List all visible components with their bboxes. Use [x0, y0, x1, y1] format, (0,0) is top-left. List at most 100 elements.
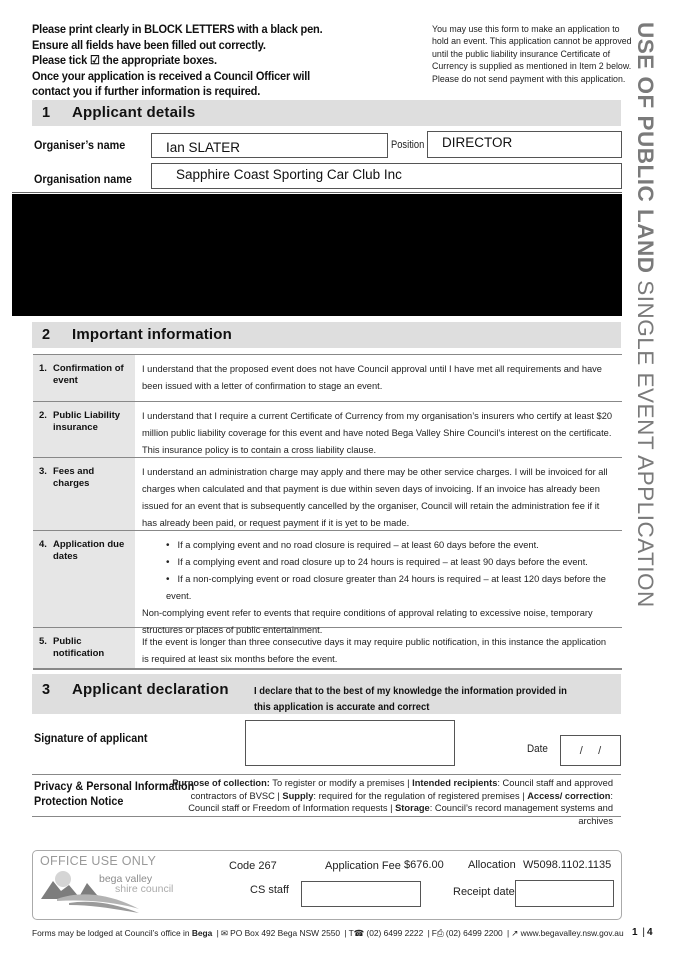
divider [12, 192, 622, 193]
note-line: hold an event. This application cannot b… [432, 36, 632, 48]
divider [32, 816, 621, 817]
table-bottom-rule [33, 668, 622, 670]
footer-phone: T☎ (02) 6499 2222 [348, 928, 424, 938]
section-number: 3 [42, 682, 51, 698]
row-heading: Fees and charges [53, 466, 95, 489]
form-note: You may use this form to make an applica… [432, 24, 632, 86]
section-1-header: 1 Applicant details [32, 100, 621, 126]
code-label: Code 267 [229, 860, 277, 872]
info-row: 4. Application due dates If a complying e… [33, 530, 622, 635]
important-info-table: 1. Confirmation of event I understand tha… [33, 354, 622, 670]
privacy-term: Purpose of collection: [172, 778, 270, 788]
organiser-name-label: Organiser’s name [34, 138, 126, 152]
row-number: 4. [39, 539, 47, 550]
note-line: You may use this form to make an applica… [432, 24, 620, 35]
footer-lodge-place: Bega [191, 928, 213, 938]
side-title: USE OF PUBLIC LAND SINGLE EVENT APPLICAT… [632, 22, 658, 622]
footer-fax: F⎙ (02) 6499 2200 [431, 928, 503, 938]
row-number: 1. [39, 363, 47, 374]
privacy-term: Storage [395, 803, 430, 813]
privacy-desc: : required for the regulation of registe… [313, 790, 528, 801]
privacy-term: Intended recipients [412, 778, 498, 788]
bullet-item: If a non-complying event or road closure… [166, 571, 614, 605]
cs-staff-label: CS staff [250, 884, 289, 896]
footer-contact: Forms may be lodged at Council’s office … [32, 928, 624, 938]
section-title: Important information [72, 326, 233, 343]
logo-line: shire council [115, 883, 174, 895]
info-row: 2. Public Liability insurance I understan… [33, 401, 622, 457]
allocation-label: Allocation [468, 859, 516, 871]
position-field[interactable]: DIRECTOR [427, 131, 622, 158]
due-dates-list: If a complying event and no road closure… [142, 537, 614, 605]
application-fee-label: Application Fee [325, 860, 401, 872]
divider [32, 774, 621, 775]
redacted-region [12, 194, 622, 316]
cs-staff-field[interactable] [301, 881, 421, 907]
row-number: 5. [39, 636, 47, 647]
allocation-value: W5098.1102.1135 [523, 859, 612, 871]
info-row: 3. Fees and charges I understand an admin… [33, 457, 622, 530]
row-heading: Application due dates [53, 539, 125, 562]
application-fee-value: $676.00 [404, 859, 444, 871]
page-number: 1 | 4 [632, 927, 653, 938]
privacy-desc: To register or modify a premises | [269, 778, 413, 788]
row-text: If a complying event and no road closure… [135, 531, 622, 635]
info-row: 1. Confirmation of event I understand tha… [33, 354, 622, 401]
footer-website-link[interactable]: ↗ www.begavalley.nsw.gov.au [511, 928, 623, 938]
bullet-item: If a complying event and road closure up… [166, 554, 614, 571]
section-2-header: 2 Important information [32, 322, 621, 348]
note-line: Currency is supplied as mentioned in Ite… [432, 61, 632, 73]
footer-postal: ✉ PO Box 492 Bega NSW 2550 [220, 928, 341, 938]
receipt-date-field[interactable] [515, 880, 614, 907]
side-title-regular: SINGLE EVENT APPLICATION [633, 273, 658, 608]
instruction-line: Once your application is received a Coun… [32, 68, 311, 83]
organiser-name-field[interactable]: Ian SLATER [151, 133, 388, 158]
organisation-name-value: Sapphire Coast Sporting Car Club Inc [176, 167, 402, 182]
position-value: DIRECTOR [442, 135, 513, 150]
privacy-term: Supply [282, 790, 314, 801]
privacy-desc: : Council’s record management systems an… [429, 803, 613, 826]
side-title-bold: USE OF PUBLIC LAND [633, 22, 658, 274]
row-number: 3. [39, 466, 47, 477]
declaration-text: I declare that to the best of my knowled… [254, 685, 567, 713]
current-page: 1 [632, 927, 638, 938]
section-title: Applicant details [72, 104, 196, 121]
date-label: Date [527, 743, 548, 755]
instruction-line: Please tick ☑ the appropriate boxes. [32, 53, 217, 67]
instruction-line: contact you if further information is re… [32, 84, 261, 98]
info-row: 5. Public notification If the event is lo… [33, 627, 622, 668]
position-label: Position [391, 139, 425, 151]
organisation-name-label: Organisation name [34, 172, 132, 186]
row-text: I understand that the proposed event doe… [142, 364, 602, 391]
note-line: until the public liability insurance Cer… [432, 48, 611, 60]
organisation-name-field[interactable]: Sapphire Coast Sporting Car Club Inc [151, 163, 622, 189]
council-logo: bega valley shire council [39, 869, 173, 915]
instruction-line: Please print clearly in BLOCK LETTERS wi… [32, 22, 323, 36]
row-number: 2. [39, 410, 47, 421]
row-heading: Public notification [53, 636, 105, 659]
bullet-item: If a complying event and no road closure… [166, 537, 614, 554]
signature-label: Signature of applicant [34, 731, 148, 745]
footer-lodge-text: Forms may be lodged at Council’s office … [32, 928, 192, 938]
total-pages: 4 [646, 927, 653, 938]
privacy-notice-text: Purpose of collection: To register or mo… [168, 777, 613, 827]
section-number: 2 [42, 327, 51, 343]
section-3-header: 3 Applicant declaration I declare that t… [32, 674, 621, 714]
row-text: If the event is longer than three consec… [142, 637, 607, 664]
office-use-panel: OFFICE USE ONLY bega valley shire counci… [32, 850, 622, 920]
office-use-title: OFFICE USE ONLY [40, 854, 157, 868]
privacy-term: Access/ correction [527, 790, 611, 801]
note-line: Please do not send payment with this app… [432, 73, 626, 85]
date-field[interactable]: / / [560, 735, 621, 766]
section-number: 1 [42, 105, 51, 121]
instruction-line: Ensure all fields have been filled out c… [32, 37, 266, 52]
signature-field[interactable] [245, 720, 455, 766]
date-value: / / [579, 744, 602, 757]
row-text: I understand an administration charge ma… [142, 467, 608, 528]
organiser-name-value: Ian SLATER [166, 140, 241, 155]
receipt-date-label: Receipt date [453, 886, 515, 898]
form-instructions: Please print clearly in BLOCK LETTERS wi… [32, 22, 326, 100]
row-heading: Confirmation of event [53, 363, 124, 386]
row-text: I understand that I require a current Ce… [142, 411, 613, 455]
section-title: Applicant declaration [72, 681, 229, 698]
